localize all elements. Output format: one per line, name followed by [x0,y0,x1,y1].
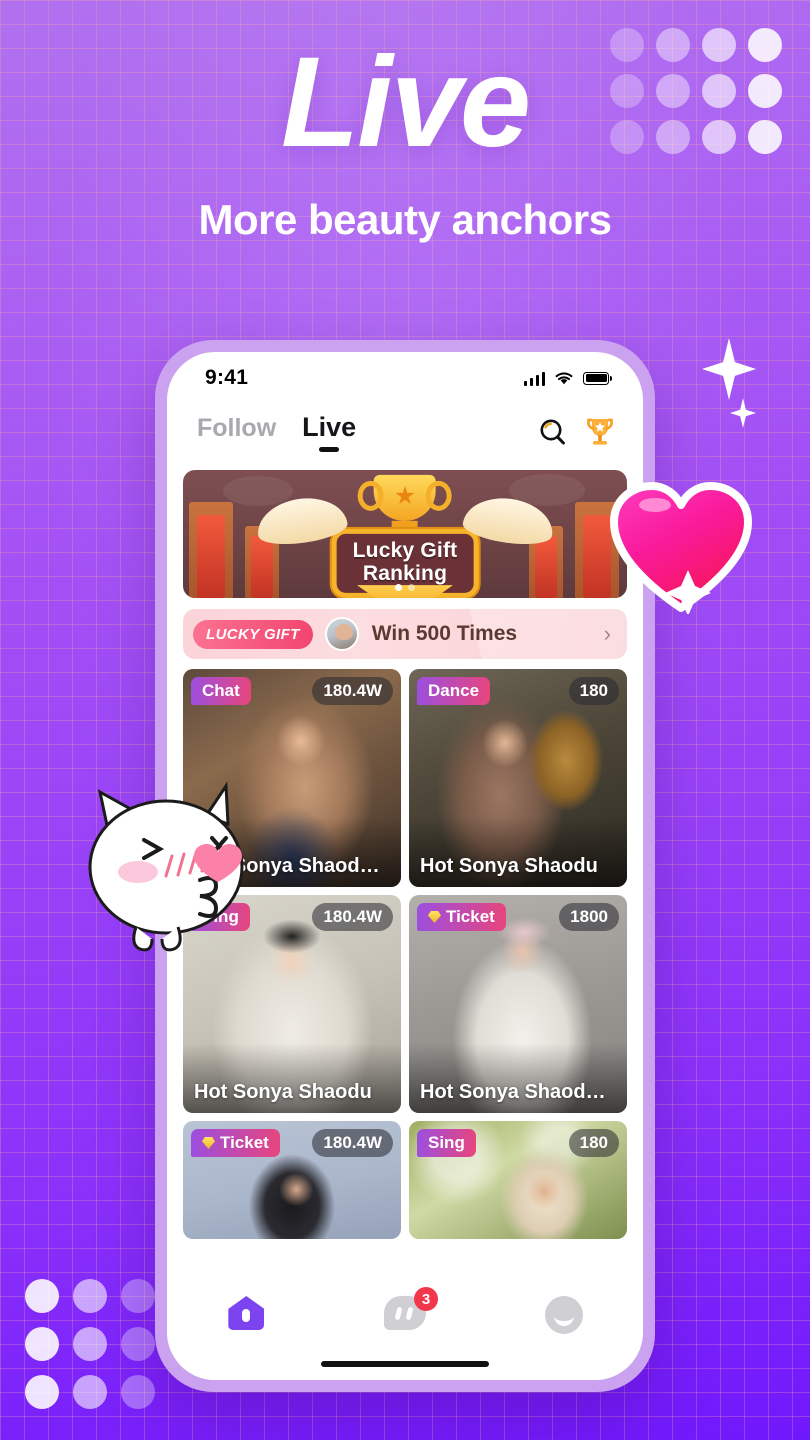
lucky-gift-row[interactable]: LUCKY GIFT Win 500 Times › [183,609,627,659]
live-card[interactable]: Sing 180 [409,1121,627,1239]
gem-icon [202,1137,215,1149]
status-time: 9:41 [205,366,249,389]
badge-label: Chat [202,681,240,700]
tab-messages[interactable]: 3 [326,1287,485,1330]
status-indicators [523,371,612,386]
live-card[interactable]: Dance 180 Hot Sonya Shaodu [409,669,627,887]
status-bar: 9:41 [167,352,643,404]
badge-label: Ticket [446,907,495,926]
viewer-count: 180 [568,677,619,705]
tab-list: Follow Live [197,412,537,452]
chevron-right-icon[interactable]: › [604,621,611,647]
banner-title-line2: Ranking [362,561,448,585]
lucky-gift-ranking-banner[interactable]: Lucky Gift Ranking [183,470,627,598]
live-card[interactable]: Ticket 180.4W [183,1121,401,1239]
pink-heart-sticker [610,482,752,614]
decorative-dot-grid-bottom-left [18,1272,162,1416]
smiley-face-icon [544,1296,583,1334]
tab-live[interactable]: Live [302,412,356,452]
wifi-icon [555,372,573,384]
streamer-name: Hot Sonya Shaodu [194,1081,372,1103]
hero-section: Live More beauty anchors [0,31,810,244]
lucky-gift-text: Win 500 Times [371,622,518,645]
live-card[interactable]: Ticket 1800 Hot Sonya Shaodu du… [409,895,627,1113]
page-title: Live [280,31,531,174]
category-badge: Dance [417,677,491,705]
gem-icon [428,911,441,923]
app-navbar: Follow Live [167,404,643,460]
viewer-count: 180.4W [312,677,393,705]
badge-label: Ticket [220,1133,269,1152]
streamer-name: Hot Sonya Shaodu du… [420,1081,616,1103]
category-badge: Ticket [417,903,506,931]
page-subtitle: More beauty anchors [198,196,612,244]
badge-label: Dance [428,681,480,700]
kissing-cat-sticker [88,781,244,952]
banner-pagination-dots[interactable] [395,584,415,591]
tab-profile[interactable] [484,1296,643,1334]
viewer-count: 1800 [559,903,619,931]
trophy-cup-icon [358,474,452,521]
home-icon [228,1296,265,1330]
navbar-actions [537,415,617,449]
home-indicator [321,1361,489,1367]
sparkle-star-small-icon [730,398,756,428]
category-badge: Sing [417,1129,476,1157]
category-badge: Ticket [191,1129,280,1157]
bottom-tab-bar: 3 [167,1280,643,1380]
category-badge: Chat [191,677,251,705]
lucky-gift-pill: LUCKY GIFT [193,619,313,649]
badge-label: Sing [428,1133,465,1152]
viewer-count: 180.4W [312,903,393,931]
streamer-name: Hot Sonya Shaodu [420,855,598,877]
messages-badge: 3 [414,1287,438,1311]
viewer-count: 180.4W [312,1129,393,1157]
cellular-bars-icon [523,371,545,386]
sparkle-star-icon [702,338,756,400]
search-icon[interactable] [537,416,569,448]
tab-follow[interactable]: Follow [197,414,276,452]
banner-emblem: Lucky Gift Ranking [254,474,556,598]
viewer-count: 180 [568,1129,619,1157]
trophy-icon[interactable] [583,415,617,449]
banner-title-line1: Lucky Gift [352,538,458,562]
avatar [324,617,359,651]
battery-icon [583,371,612,385]
tab-home[interactable] [167,1296,326,1330]
